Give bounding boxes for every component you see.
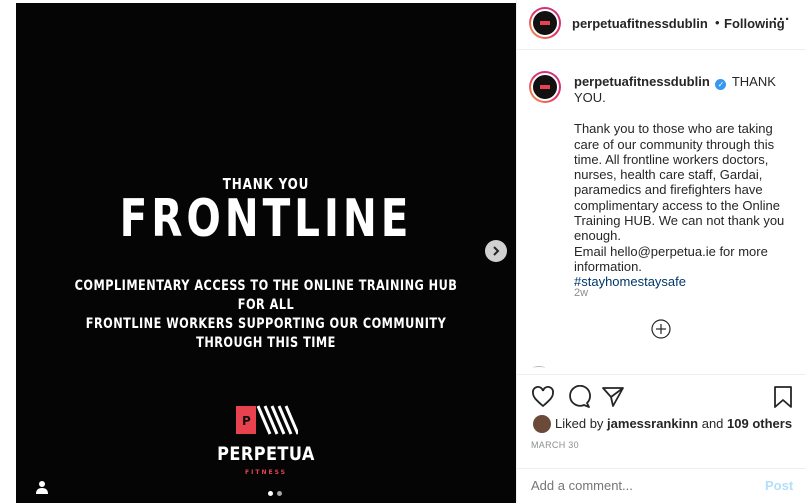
comment-input[interactable]: [531, 478, 751, 493]
svg-text:P: P: [242, 414, 251, 428]
user-tag-icon[interactable]: [35, 480, 49, 494]
carousel-indicator: [268, 491, 282, 496]
image-brand-name: PERPETUA: [217, 443, 315, 465]
chevron-right-icon: [493, 246, 500, 256]
share-icon[interactable]: [601, 385, 625, 409]
post-header: perpetuafitnessdublin • Following ···: [517, 0, 806, 50]
post-media-area: THANK YOU FRONTLINE COMPLIMENTARY ACCESS…: [0, 0, 516, 503]
likes-middle: and: [701, 416, 724, 431]
more-options-button[interactable]: ···: [773, 11, 791, 28]
post-image[interactable]: THANK YOU FRONTLINE COMPLIMENTARY ACCESS…: [16, 3, 516, 503]
likes-prefix: Liked by: [555, 416, 604, 431]
scroll-edge: [533, 366, 545, 370]
image-text-headline: FRONTLINE: [119, 189, 413, 249]
actions-section: Liked by jamessrankinn and 109 others MA…: [517, 374, 806, 468]
likes-others[interactable]: 109 others: [727, 416, 792, 431]
heart-icon[interactable]: [531, 385, 555, 409]
caption-username[interactable]: perpetuafitnessdublin: [574, 74, 710, 89]
post-date[interactable]: MARCH 30: [531, 440, 579, 450]
bookmark-icon[interactable]: [771, 385, 795, 409]
likes-text: Liked by jamessrankinn and 109 others: [555, 416, 792, 431]
carousel-dot: [277, 491, 282, 496]
likes-user[interactable]: jamessrankinn: [607, 416, 698, 431]
avatar[interactable]: [529, 7, 561, 39]
caption-text: Thank you to those who are taking care o…: [574, 121, 785, 274]
caption-body: perpetuafitnessdublin ✓ THANK YOU. Thank…: [574, 74, 788, 290]
header-username[interactable]: perpetuafitnessdublin: [572, 16, 708, 31]
carousel-dot-active: [268, 491, 273, 496]
caption-avatar[interactable]: [529, 71, 561, 103]
load-more-comments-icon[interactable]: [651, 319, 671, 339]
post-side-panel: perpetuafitnessdublin • Following ··· pe…: [516, 0, 806, 503]
caption-hashtag[interactable]: #stayhomestaysafe: [574, 274, 686, 289]
comment-bar: Post: [517, 468, 806, 503]
perpetua-logo-icon: P: [236, 405, 298, 435]
liked-by-avatar[interactable]: [533, 415, 551, 433]
comment-icon[interactable]: [567, 385, 591, 409]
carousel-next-button[interactable]: [485, 240, 507, 262]
caption-section: perpetuafitnessdublin ✓ THANK YOU. Thank…: [517, 51, 806, 371]
image-text-subline: COMPLIMENTARY ACCESS TO THE ONLINE TRAIN…: [74, 278, 458, 351]
header-separator: •: [715, 15, 720, 30]
image-brand-sub: FITNESS: [245, 469, 287, 476]
caption-time-ago[interactable]: 2w: [574, 287, 588, 299]
verified-badge-icon: ✓: [715, 79, 727, 90]
post-comment-button[interactable]: Post: [765, 478, 793, 493]
